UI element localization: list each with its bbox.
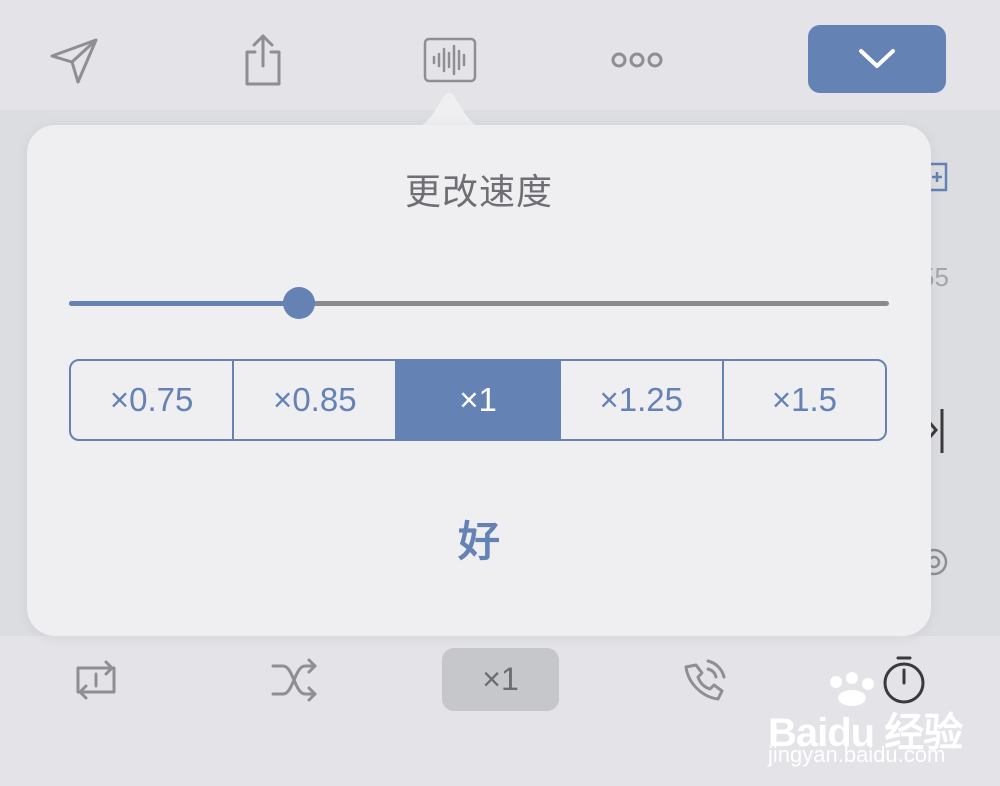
ok-button[interactable]: 好 <box>27 508 931 569</box>
speed-option-1[interactable]: ×1 <box>395 361 559 439</box>
baidu-jingyan-watermark: Baidu 经验 jingyan.baidu.com <box>760 672 1000 786</box>
shuffle-icon[interactable] <box>265 650 325 710</box>
slider-fill <box>69 301 299 306</box>
share-icon[interactable] <box>233 30 293 90</box>
speed-option-1.5[interactable]: ×1.5 <box>721 361 885 439</box>
speed-option-1.25[interactable]: ×1.25 <box>558 361 722 439</box>
repeat-one-icon[interactable] <box>66 650 126 710</box>
speed-option-0.85[interactable]: ×0.85 <box>232 361 395 439</box>
popover-arrow <box>404 93 494 130</box>
change-speed-popover: 更改速度 ×0.75 ×0.85 ×1 ×1.25 ×1.5 好 <box>27 125 931 636</box>
playback-speed-button[interactable]: ×1 <box>442 648 559 711</box>
speed-option-0.75[interactable]: ×0.75 <box>71 361 232 439</box>
speed-slider[interactable] <box>69 287 889 319</box>
chevron-down-icon <box>859 49 895 68</box>
popover-title: 更改速度 <box>404 171 553 212</box>
send-icon[interactable] <box>44 30 104 90</box>
collapse-button[interactable] <box>808 25 946 93</box>
speed-segmented-control: ×0.75 ×0.85 ×1 ×1.25 ×1.5 <box>69 359 887 441</box>
slider-thumb[interactable] <box>282 287 315 319</box>
more-icon[interactable] <box>607 30 667 90</box>
earpiece-icon[interactable] <box>675 650 735 710</box>
watermark-url: jingyan.baidu.com <box>768 742 946 767</box>
waveform-icon[interactable] <box>420 30 480 90</box>
